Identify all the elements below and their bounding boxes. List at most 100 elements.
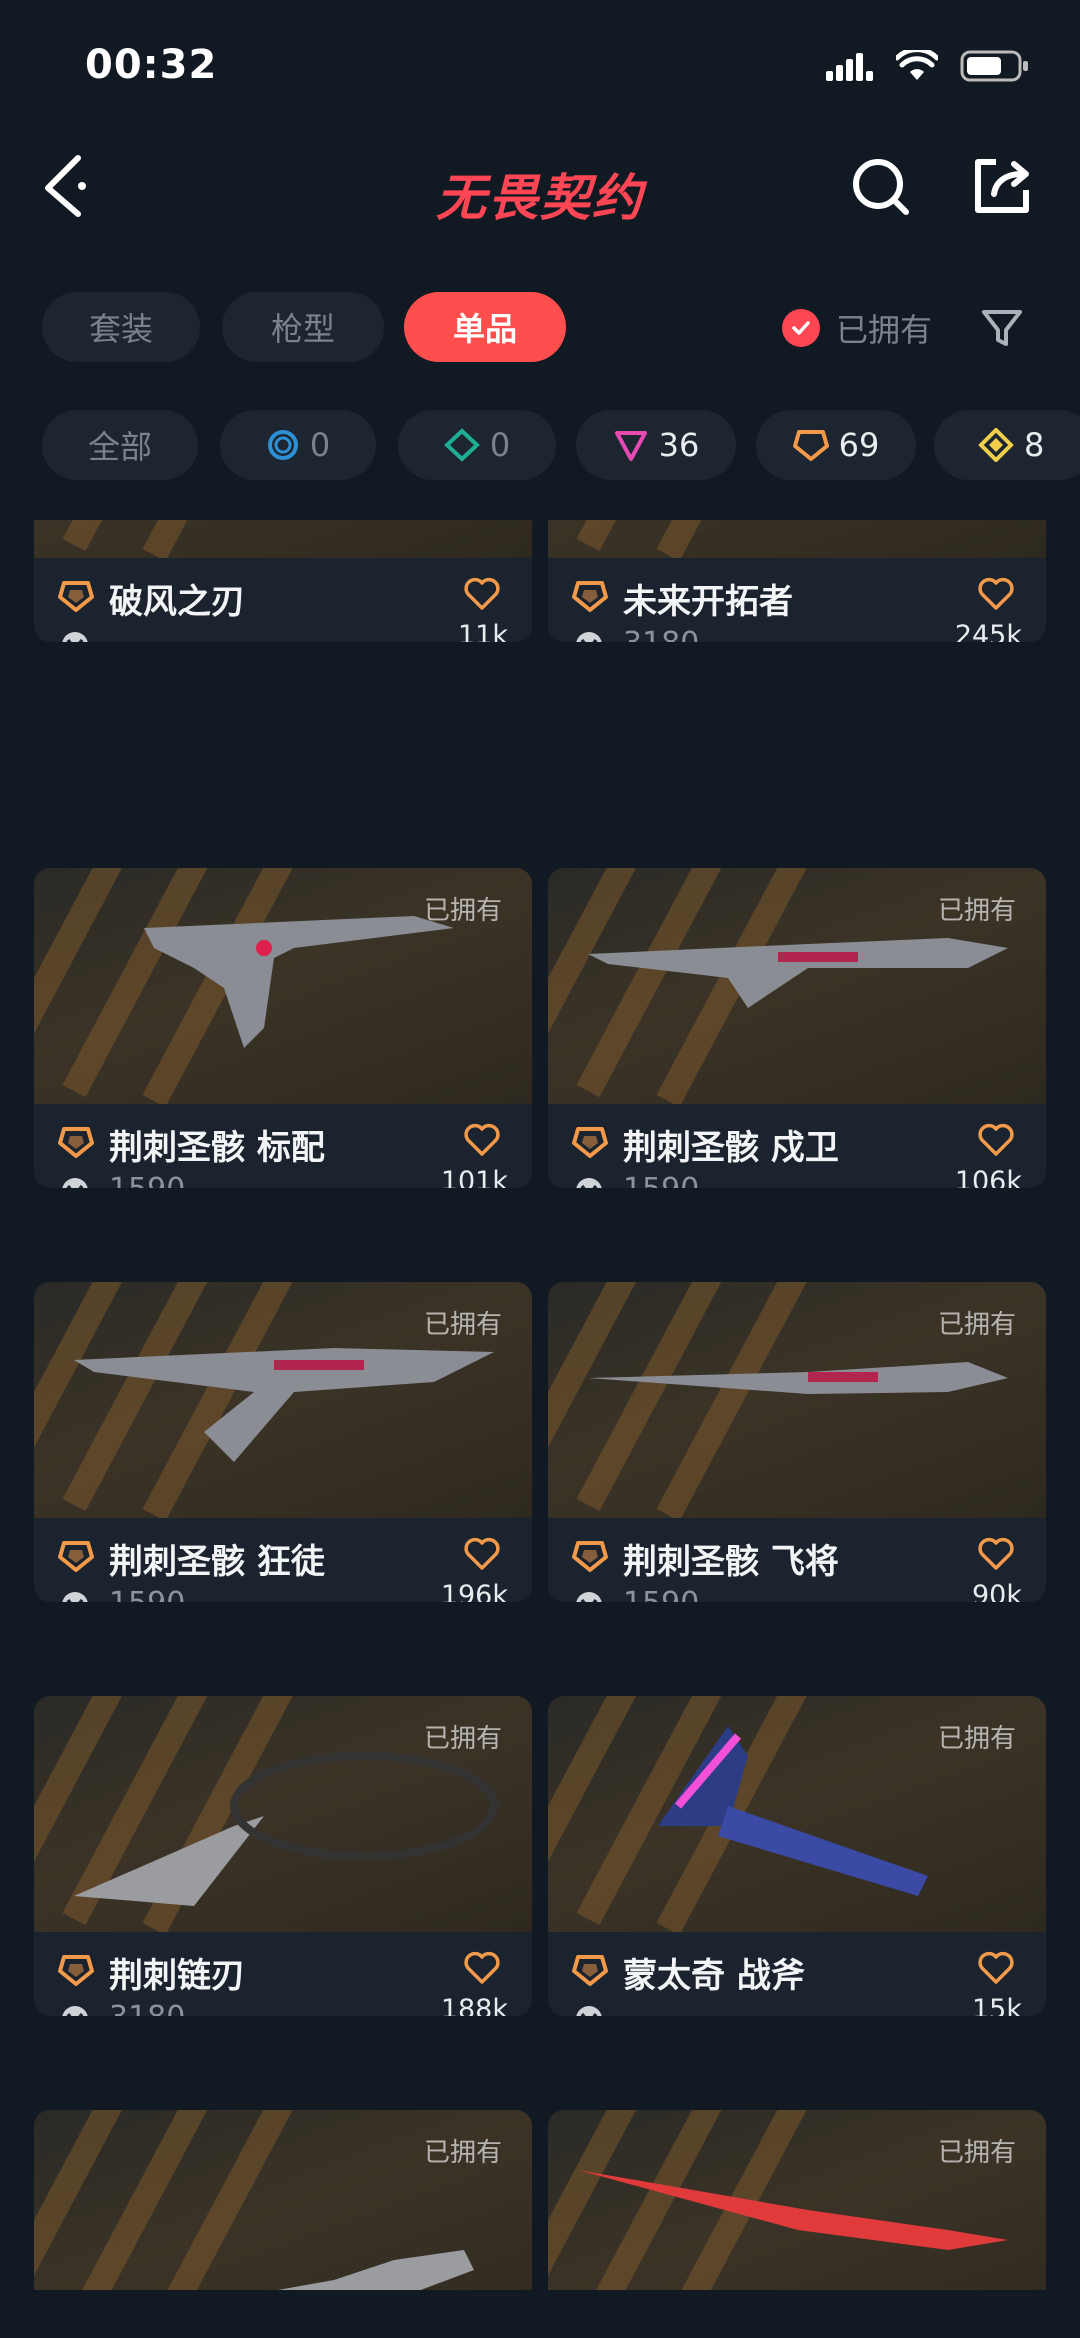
- tier-chip-ultra-count: 8: [1024, 426, 1045, 464]
- deluxe-tier-icon: [443, 428, 480, 462]
- valorant-points-icon: [576, 632, 602, 642]
- valorant-points-icon: [62, 1178, 88, 1188]
- favorite-count: 188k: [440, 1994, 508, 2016]
- header: 无畏契约: [0, 130, 1080, 240]
- valorant-points-icon: [576, 2006, 602, 2016]
- tier-chip-deluxe-count: 0: [489, 426, 511, 464]
- favorite-count: 15k: [972, 1994, 1022, 2016]
- valorant-points-icon: [576, 1592, 602, 1602]
- owned-tag: 已拥有: [423, 896, 502, 926]
- tier-chip-select-count: 0: [309, 426, 331, 464]
- item-image: 已拥有: [548, 2110, 1046, 2290]
- tier-chip-exclusive[interactable]: 69: [756, 410, 916, 480]
- valorant-points-icon: [62, 632, 88, 642]
- item-card[interactable]: 已拥有荆刺圣骸 标配 1590 101k: [34, 868, 532, 1188]
- tier-filter-row: 全部 0 0 36 69 8: [0, 410, 1080, 482]
- heart-icon[interactable]: [462, 1948, 502, 1988]
- tab-bundles[interactable]: 套装: [42, 292, 200, 362]
- exclusive-tier-icon: [572, 1541, 608, 1572]
- valorant-points-icon: [62, 1592, 88, 1602]
- favorite-count: 90k: [972, 1580, 1022, 1602]
- category-tabs: 套装 枪型 单品 已拥有: [0, 292, 1080, 364]
- heart-icon[interactable]: [462, 1534, 502, 1574]
- tier-chip-all-label: 全部: [87, 428, 152, 466]
- exclusive-tier-icon: [58, 581, 94, 612]
- exclusive-tier-icon: [58, 1541, 94, 1572]
- heart-icon[interactable]: [976, 574, 1016, 614]
- search-icon[interactable]: [850, 154, 914, 218]
- select-tier-icon: [267, 430, 298, 460]
- weapon-illustration: [34, 520, 532, 558]
- favorite-count: 245k: [954, 620, 1022, 642]
- heart-icon[interactable]: [976, 1948, 1016, 1988]
- item-price: 1590: [109, 1586, 185, 1602]
- exclusive-tier-icon: [58, 1955, 94, 1986]
- exclusive-tier-icon: [792, 430, 829, 461]
- tier-chip-premium[interactable]: 36: [576, 410, 736, 480]
- bottom-safe-area: [0, 2290, 1080, 2338]
- heart-icon[interactable]: [976, 1120, 1016, 1160]
- favorite-count: 101k: [440, 1166, 508, 1188]
- item-name: 荆刺圣骸 飞将: [623, 1542, 839, 1582]
- item-name: 荆刺链刃: [109, 1956, 245, 1996]
- ultra-tier-icon: [978, 428, 1014, 462]
- item-card[interactable]: 破风之刃 – 11k: [34, 520, 532, 642]
- heart-icon[interactable]: [976, 1534, 1016, 1574]
- item-name: 荆刺圣骸 戍卫: [623, 1128, 839, 1168]
- status-time: 00:32: [85, 42, 218, 88]
- item-name: 荆刺圣骸 狂徒: [109, 1542, 325, 1582]
- owned-tag: 已拥有: [937, 2138, 1016, 2168]
- item-card[interactable]: 未来开拓者 3180 245k: [548, 520, 1046, 642]
- filter-icon[interactable]: [978, 304, 1026, 352]
- item-card[interactable]: 已拥有荆刺圣骸 狂徒 1590 196k: [34, 1282, 532, 1602]
- tab-items[interactable]: 单品: [404, 292, 566, 362]
- favorite-count: 106k: [954, 1166, 1022, 1188]
- item-image: [34, 520, 532, 558]
- exclusive-tier-icon: [572, 1127, 608, 1158]
- tier-chip-deluxe[interactable]: 0: [398, 410, 556, 480]
- item-card[interactable]: 已拥有荆刺圣骸 戍卫 1590 106k: [548, 868, 1046, 1188]
- weapon-illustration: [548, 520, 1046, 558]
- owned-tag: 已拥有: [937, 896, 1016, 926]
- item-price: 1590: [109, 1172, 185, 1188]
- item-card[interactable]: 已拥有荆刺圣骸 飞将 1590 90k: [548, 1282, 1046, 1602]
- owned-tag: 已拥有: [423, 1724, 502, 1754]
- exclusive-tier-icon: [58, 1127, 94, 1158]
- item-image: 已拥有: [34, 2110, 532, 2290]
- item-price: 3180: [109, 2000, 185, 2016]
- heart-icon[interactable]: [462, 574, 502, 614]
- item-name: 未来开拓者: [623, 582, 793, 622]
- item-card[interactable]: 已拥有: [548, 2110, 1046, 2290]
- item-price: –: [623, 2000, 638, 2016]
- item-image: 已拥有: [34, 1696, 532, 1932]
- tier-chip-ultra[interactable]: 8: [934, 410, 1080, 480]
- tab-weapon-types[interactable]: 枪型: [222, 292, 384, 362]
- battery-icon: [960, 50, 1028, 82]
- owned-tag: 已拥有: [423, 1310, 502, 1340]
- tier-chip-select[interactable]: 0: [220, 410, 376, 480]
- tier-chip-all[interactable]: 全部: [42, 410, 198, 480]
- item-price: 1590: [623, 1172, 699, 1188]
- item-card[interactable]: 已拥有荆刺链刃 3180 188k: [34, 1696, 532, 2016]
- item-card[interactable]: 已拥有蒙太奇 战斧 – 15k: [548, 1696, 1046, 2016]
- item-card[interactable]: 已拥有: [34, 2110, 532, 2290]
- item-name: 破风之刃: [109, 582, 245, 622]
- exclusive-tier-icon: [572, 581, 608, 612]
- wifi-icon: [896, 50, 938, 80]
- item-image: [548, 520, 1046, 558]
- status-icons: [826, 50, 1030, 82]
- valorant-points-icon: [62, 2006, 88, 2016]
- owned-tag: 已拥有: [423, 2138, 502, 2168]
- signal-icon: [826, 53, 873, 81]
- item-image: 已拥有: [34, 1282, 532, 1518]
- item-name: 荆刺圣骸 标配: [109, 1128, 325, 1168]
- heart-icon[interactable]: [462, 1120, 502, 1160]
- valorant-points-icon: [576, 1178, 602, 1188]
- item-price: –: [109, 626, 124, 642]
- item-grid: 破风之刃–11k未来开拓者3180245k已拥有荆刺圣骸 标配1590101k已…: [0, 520, 1080, 2290]
- item-image: 已拥有: [34, 868, 532, 1104]
- checkmark-icon: [782, 309, 820, 347]
- premium-tier-icon: [614, 431, 647, 461]
- owned-filter-toggle[interactable]: 已拥有: [782, 300, 932, 356]
- share-icon[interactable]: [970, 154, 1034, 218]
